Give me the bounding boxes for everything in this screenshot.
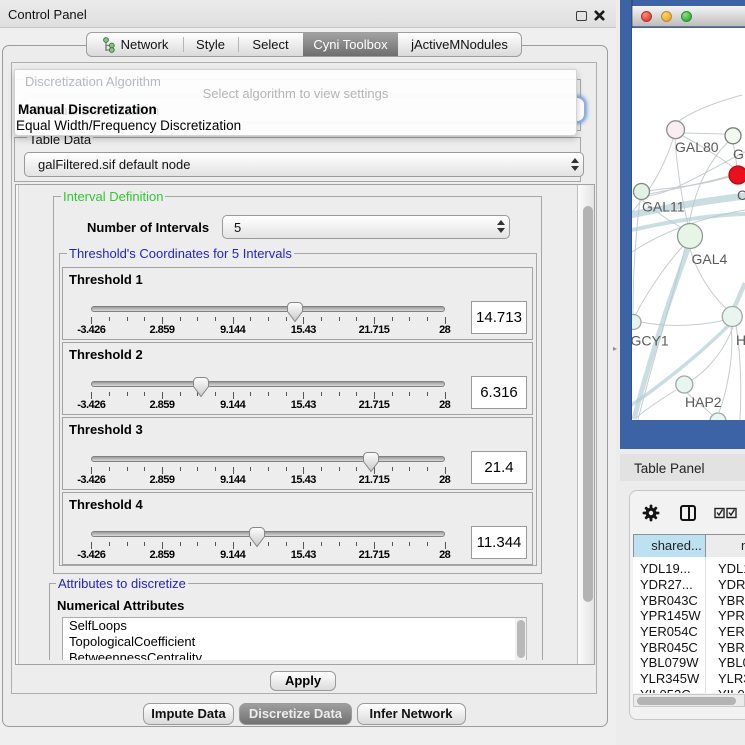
svg-text:H: H [736, 332, 745, 348]
svg-text:GCY1: GCY1 [632, 333, 669, 349]
svg-text:GAL11: GAL11 [642, 199, 685, 215]
svg-text:GAL80: GAL80 [675, 139, 719, 155]
svg-text:C: C [737, 187, 745, 203]
svg-text:HAP2: HAP2 [685, 394, 722, 410]
svg-text:GAL4: GAL4 [692, 251, 728, 267]
svg-text:G..: G.. [733, 146, 745, 162]
